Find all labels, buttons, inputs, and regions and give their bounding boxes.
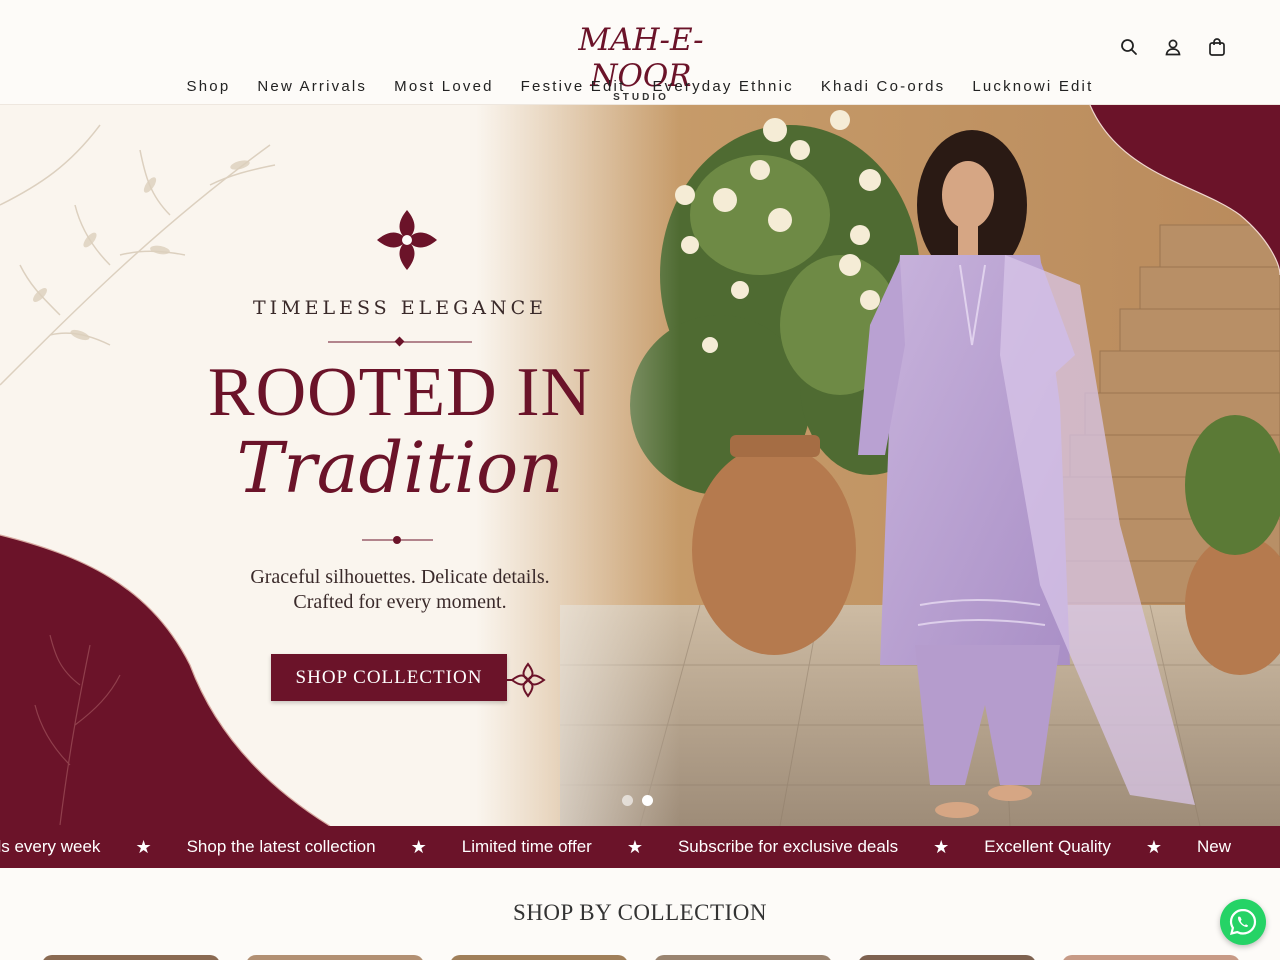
nav-item-most-loved[interactable]: Most Loved: [394, 78, 494, 95]
hero-eyebrow: TIMELESS ELEGANCE: [252, 297, 547, 319]
star-icon: ★: [933, 836, 950, 857]
carousel-dot-2[interactable]: [642, 795, 653, 806]
star-icon: ★: [1145, 836, 1163, 857]
marquee-track: als every week ★ Shop the latest collect…: [0, 826, 1231, 868]
whatsapp-icon: [1229, 908, 1257, 935]
site-header: MAH-E-NOOR STUDIO Shop New Arrivals Most…: [0, 0, 1280, 105]
star-icon: ★: [410, 836, 427, 857]
hero-tagline-line-1: Graceful silhouettes. Delicate details.: [250, 566, 550, 588]
shop-collection-button[interactable]: SHOP COLLECTION: [271, 654, 507, 701]
marquee-item: Shop the latest collection: [186, 837, 376, 856]
whatsapp-chat-button[interactable]: [1220, 899, 1266, 945]
star-icon: ★: [626, 836, 643, 857]
marquee-item: Limited time offer: [461, 837, 592, 856]
nav-item-shop[interactable]: Shop: [187, 78, 231, 95]
header-actions: [1118, 36, 1228, 58]
nav-item-khadi-coords[interactable]: Khadi Co-ords: [821, 78, 945, 95]
section-title: SHOP BY COLLECTION: [513, 900, 767, 925]
marquee-item: New: [1197, 837, 1232, 856]
collection-card[interactable]: [858, 955, 1036, 960]
announcement-marquee: als every week ★ Shop the latest collect…: [0, 826, 1280, 868]
collection-card[interactable]: [1062, 955, 1240, 960]
search-icon[interactable]: [1118, 36, 1140, 58]
collection-card[interactable]: [654, 955, 832, 960]
marquee-item: Excellent Quality: [984, 837, 1111, 856]
hero-script-text: Tradition: [236, 427, 564, 509]
hero-tagline: Graceful silhouettes. Delicate details. …: [140, 565, 660, 615]
star-icon: ★: [135, 836, 152, 857]
hero-tagline-line-2: Crafted for every moment.: [293, 591, 507, 613]
hero-banner[interactable]: TIMELESS ELEGANCE ROOTED IN Tradition Gr…: [0, 105, 1280, 826]
nav-item-new-arrivals[interactable]: New Arrivals: [257, 78, 367, 95]
main-nav: Shop New Arrivals Most Loved Festive Edi…: [0, 78, 1280, 95]
collection-card[interactable]: [246, 955, 424, 960]
marquee-item: als every week: [0, 837, 101, 856]
hero-headline: ROOTED IN: [207, 354, 593, 431]
cart-icon[interactable]: [1206, 36, 1228, 58]
nav-item-festive-edit[interactable]: Festive Edit: [521, 78, 626, 95]
collection-cards: [42, 955, 1240, 960]
marquee-item: Subscribe for exclusive deals: [677, 837, 899, 856]
collection-card[interactable]: [42, 955, 220, 960]
nav-item-lucknowi-edit[interactable]: Lucknowi Edit: [972, 78, 1093, 95]
carousel-dots: [622, 795, 653, 806]
account-icon[interactable]: [1162, 36, 1184, 58]
carousel-dot-1[interactable]: [622, 795, 633, 806]
collection-card[interactable]: [450, 955, 628, 960]
nav-item-everyday-ethnic[interactable]: Everyday Ethnic: [652, 78, 793, 95]
